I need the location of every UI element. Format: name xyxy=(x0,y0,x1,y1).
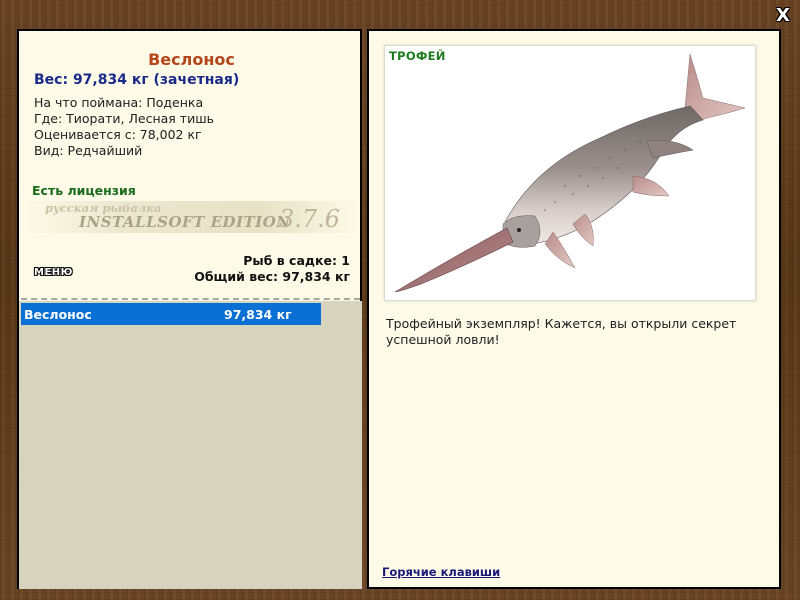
cage-stats: Рыб в садке: 1 Общий вес: 97,834 кг xyxy=(194,253,350,285)
license-status: Есть лицензия xyxy=(32,183,136,198)
fish-details: На что поймана: Поденка Где: Тиорати, Ле… xyxy=(34,95,214,159)
catch-name: Веслонос xyxy=(24,307,92,322)
watermark-edition: INSTALLSOFT EDITION xyxy=(79,213,291,231)
cage-fish-count: Рыб в садке: 1 xyxy=(243,253,350,268)
trophy-image-card: ТРОФЕЙ xyxy=(384,45,756,301)
trophy-threshold-info: Оценивается с: 78,002 кг xyxy=(34,127,202,142)
list-item[interactable]: Веслонос 97,834 кг xyxy=(21,303,321,325)
hotkeys-link[interactable]: Горячие клавиши xyxy=(382,565,500,579)
menu-button[interactable]: МЕНЮ xyxy=(34,267,73,281)
species-rarity-info: Вид: Редчайший xyxy=(34,143,143,158)
catch-list[interactable]: Веслонос 97,834 кг xyxy=(19,301,362,589)
trophy-panel: ТРОФЕЙ Трофейный экземпляр! Кажется, вы … xyxy=(367,29,781,589)
cage-total-weight: Общий вес: 97,834 кг xyxy=(194,269,350,284)
location-info: Где: Тиорати, Лесная тишь xyxy=(34,111,214,126)
divider xyxy=(21,298,360,300)
trophy-label: ТРОФЕЙ xyxy=(389,49,446,63)
fish-weight: Вес: 97,834 кг (зачетная) xyxy=(34,72,240,88)
paddlefish-image xyxy=(394,53,746,293)
close-button[interactable]: X xyxy=(772,5,794,27)
catch-weight: 97,834 кг xyxy=(224,307,292,322)
bait-info: На что поймана: Поденка xyxy=(34,95,204,110)
trophy-message: Трофейный экземпляр! Кажется, вы открыли… xyxy=(386,316,737,347)
edition-watermark: русская рыбалка INSTALLSOFT EDITION 3.7.… xyxy=(19,201,362,233)
watermark-version: 3.7.6 xyxy=(279,205,341,233)
fish-info-panel: Веслонос Вес: 97,834 кг (зачетная) На чт… xyxy=(17,29,362,589)
fish-name-title: Веслонос xyxy=(148,50,235,69)
